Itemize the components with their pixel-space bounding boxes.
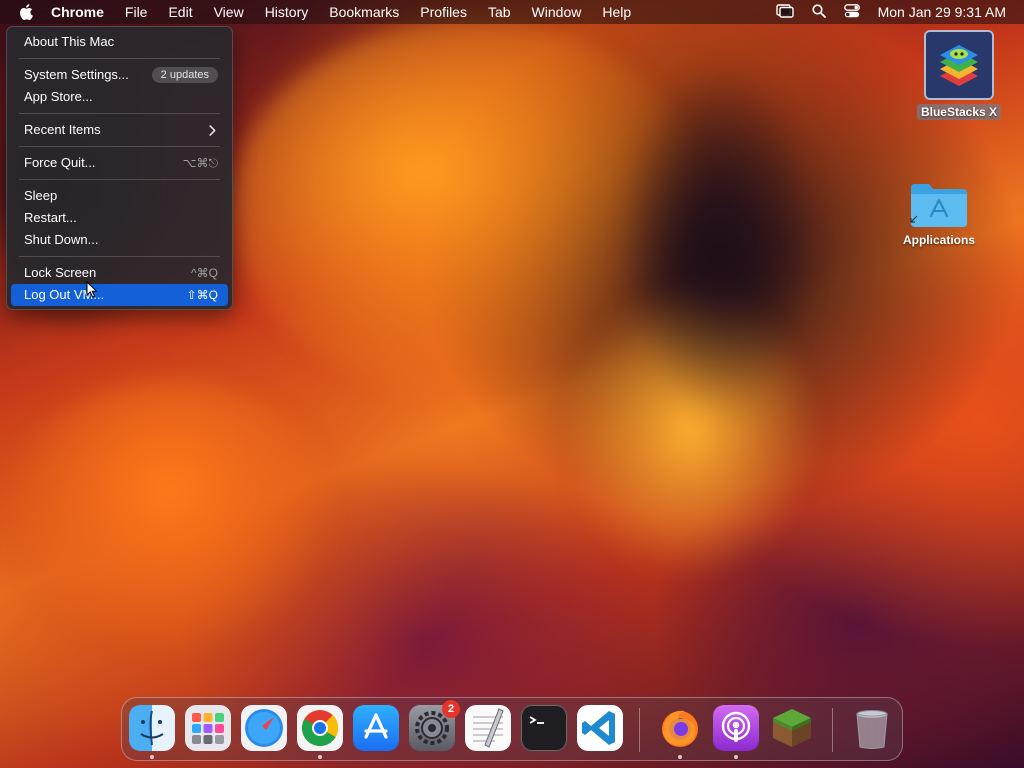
apple-logo-icon[interactable] xyxy=(17,3,35,21)
dock-firefox-icon[interactable] xyxy=(657,705,703,751)
running-indicator xyxy=(678,755,682,759)
menu-item-force-quit[interactable]: Force Quit... ⌥⌘⎋ xyxy=(11,152,228,174)
menu-separator xyxy=(19,179,220,180)
menu-item-label: Force Quit... xyxy=(24,155,96,170)
menu-item-label: Sleep xyxy=(24,188,58,203)
dock: 2 xyxy=(121,697,903,761)
mouse-pointer-icon xyxy=(86,280,98,303)
dock-safari-icon[interactable] xyxy=(241,705,287,751)
dock-system-settings-icon[interactable]: 2 xyxy=(409,700,460,751)
dock-textedit-icon[interactable] xyxy=(465,705,511,751)
desktop-icon-bluestacks[interactable]: BlueStacks X xyxy=(914,30,1004,120)
wallpaper-petal xyxy=(230,20,710,400)
dock-minecraft-icon[interactable] xyxy=(769,705,815,751)
menu-item-label: Shut Down... xyxy=(24,232,99,247)
menu-tab[interactable]: Tab xyxy=(488,4,511,20)
menu-item-label: Lock Screen xyxy=(24,265,97,280)
wallpaper-petal xyxy=(620,60,820,420)
menu-item-label: Restart... xyxy=(24,210,77,225)
menu-item-about-this-mac[interactable]: About This Mac xyxy=(11,31,228,53)
menu-history[interactable]: History xyxy=(265,4,309,20)
running-indicator xyxy=(734,755,738,759)
menu-item-shortcut: ⇧⌘Q xyxy=(186,288,218,302)
dock-podcasts-icon[interactable] xyxy=(713,705,759,751)
menu-edit[interactable]: Edit xyxy=(168,4,192,20)
menu-separator xyxy=(19,113,220,114)
dock-launchpad-icon[interactable] xyxy=(185,705,231,751)
screen-mirroring-icon[interactable] xyxy=(775,3,794,21)
menu-item-recent-items[interactable]: Recent Items xyxy=(11,119,228,141)
menubar-clock[interactable]: Mon Jan 29 9:31 AM xyxy=(878,4,1006,20)
menu-app-name[interactable]: Chrome xyxy=(51,4,104,20)
spotlight-search-icon[interactable] xyxy=(811,3,826,21)
dock-trash-icon[interactable] xyxy=(849,705,895,751)
menu-item-restart[interactable]: Restart... xyxy=(11,207,228,229)
wallpaper-petal xyxy=(560,280,820,580)
dock-separator xyxy=(639,708,640,752)
control-center-icon[interactable] xyxy=(843,3,860,21)
menu-item-label: Recent Items xyxy=(24,122,101,137)
dock-terminal-icon[interactable] xyxy=(521,705,567,751)
dock-finder-icon[interactable] xyxy=(129,705,175,751)
dock-app-store-icon[interactable] xyxy=(353,705,399,751)
chevron-right-icon xyxy=(209,119,216,141)
menu-item-label: App Store... xyxy=(24,89,93,104)
dock-separator xyxy=(832,708,833,752)
running-indicator xyxy=(150,755,154,759)
wallpaper-petal xyxy=(0,380,340,660)
dock-vscode-icon[interactable] xyxy=(577,705,623,751)
menu-item-shortcut: ⌥⌘⎋ xyxy=(182,156,218,170)
menu-window[interactable]: Window xyxy=(532,4,582,20)
desktop-icon-label: BlueStacks X xyxy=(916,104,1002,120)
notification-badge: 2 xyxy=(442,700,460,718)
menu-separator xyxy=(19,256,220,257)
menu-view[interactable]: View xyxy=(214,4,244,20)
menu-item-log-out[interactable]: Log Out VM... ⇧⌘Q xyxy=(11,284,228,306)
updates-badge: 2 updates xyxy=(151,67,218,83)
menu-separator xyxy=(19,58,220,59)
menu-profiles[interactable]: Profiles xyxy=(420,4,467,20)
menu-file[interactable]: File xyxy=(125,4,148,20)
apple-menu: About This Mac System Settings... 2 upda… xyxy=(6,26,233,310)
menu-item-label: System Settings... xyxy=(24,67,129,82)
menu-item-shortcut: ^⌘Q xyxy=(191,266,218,280)
desktop-icon-label: Applications xyxy=(902,233,975,247)
menu-item-lock-screen[interactable]: Lock Screen ^⌘Q xyxy=(11,262,228,284)
menu-item-system-settings[interactable]: System Settings... 2 updates xyxy=(11,64,228,86)
menu-separator xyxy=(19,146,220,147)
menu-help[interactable]: Help xyxy=(602,4,631,20)
menu-bar: Chrome File Edit View History Bookmarks … xyxy=(0,0,1024,24)
dock-chrome-icon[interactable] xyxy=(297,705,343,751)
menu-item-label: About This Mac xyxy=(24,34,115,49)
menu-bookmarks[interactable]: Bookmarks xyxy=(329,4,399,20)
menu-item-app-store[interactable]: App Store... xyxy=(11,86,228,108)
bluestacks-icon xyxy=(924,30,994,100)
folder-icon xyxy=(909,180,969,227)
desktop-icon-applications[interactable]: Applications xyxy=(894,180,984,248)
menu-item-shut-down[interactable]: Shut Down... xyxy=(11,229,228,251)
menu-item-sleep[interactable]: Sleep xyxy=(11,185,228,207)
running-indicator xyxy=(318,755,322,759)
